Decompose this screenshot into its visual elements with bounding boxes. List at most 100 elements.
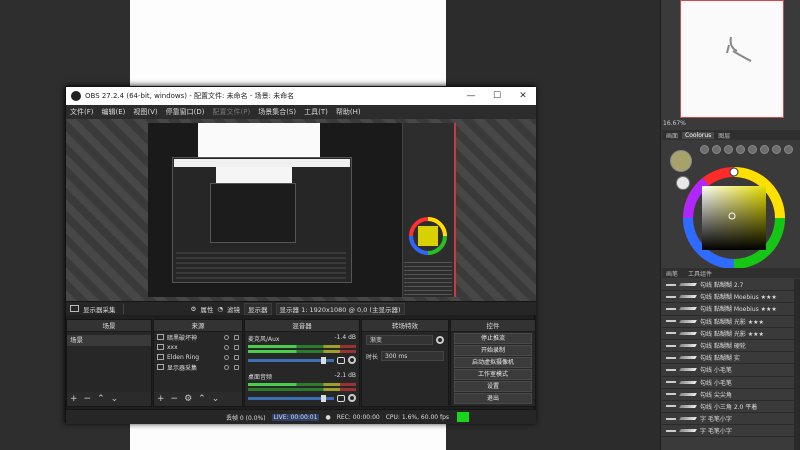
- scene-item[interactable]: 场景: [67, 335, 151, 346]
- start-virtual-camera-button[interactable]: 启动虚拟摄像机: [454, 357, 532, 368]
- tool-icon[interactable]: [784, 145, 793, 154]
- move-up-button[interactable]: ⌃: [198, 394, 206, 404]
- brush-item[interactable]: 字 毛笔小字: [662, 425, 800, 438]
- channel-name: 麦克风/Aux: [248, 336, 280, 343]
- brush-item[interactable]: 勾线 黏糊糊 硬轮: [662, 340, 800, 353]
- brush-item[interactable]: 勾线 小毛笔: [662, 377, 800, 389]
- volume-slider[interactable]: [248, 394, 334, 402]
- lock-icon[interactable]: [234, 354, 239, 360]
- menu-help[interactable]: 帮助(H): [336, 107, 361, 117]
- duration-input[interactable]: 300 ms: [381, 351, 444, 361]
- tool-icon[interactable]: [712, 145, 721, 154]
- transition-select[interactable]: 渐变: [366, 335, 433, 345]
- gear-icon[interactable]: [436, 336, 444, 344]
- brush-item[interactable]: 勾线 小三角 2.0 平着: [662, 401, 800, 414]
- lock-icon[interactable]: [234, 344, 239, 350]
- display-label: 显示器: [244, 302, 272, 315]
- gear-icon[interactable]: [348, 356, 356, 364]
- brush-list-scrollbar[interactable]: [794, 279, 800, 450]
- tool-icon[interactable]: [724, 145, 733, 154]
- volume-slider[interactable]: [248, 356, 334, 364]
- tool-icon[interactable]: [760, 145, 769, 154]
- rec-timer: REC: 00:00:00: [336, 413, 380, 421]
- tool-icon[interactable]: [700, 145, 709, 154]
- eye-icon[interactable]: [224, 354, 229, 360]
- source-label: 显示器采集: [167, 364, 198, 372]
- title-bar[interactable]: OBS 27.2.4 (64-bit, windows) - 配置文件: 未命名…: [66, 87, 536, 105]
- remove-scene-button[interactable]: −: [84, 394, 92, 404]
- display-select[interactable]: 显示器 1: 1920x1080 @ 0,0 (主显示器): [275, 302, 405, 315]
- menu-tools[interactable]: 工具(T): [304, 107, 328, 117]
- lock-icon[interactable]: [234, 334, 239, 340]
- brush-item[interactable]: 勾线 黏糊糊 光影 ★★★: [662, 328, 800, 340]
- studio-mode-button[interactable]: 工作室模式: [454, 369, 532, 380]
- menu-file[interactable]: 文件(F): [70, 107, 94, 117]
- tab-coolorus[interactable]: Coolorus: [682, 131, 715, 139]
- move-down-button[interactable]: ⌄: [111, 394, 119, 404]
- start-recording-button[interactable]: 开始录制: [454, 345, 532, 356]
- eye-icon[interactable]: [224, 344, 229, 350]
- properties-button[interactable]: 属性: [200, 304, 213, 314]
- filters-button[interactable]: 滤镜: [227, 304, 240, 314]
- menu-scene-collection[interactable]: 场景集合(S): [258, 107, 296, 117]
- source-item[interactable]: Elden Ring: [154, 352, 242, 362]
- brush-item[interactable]: 勾线 小毛笔: [662, 364, 800, 377]
- remove-source-button[interactable]: −: [171, 394, 179, 404]
- eye-icon[interactable]: [224, 364, 229, 370]
- menu-view[interactable]: 视图(V): [133, 107, 157, 117]
- mixer-title: 混音器: [245, 320, 359, 332]
- settings-button[interactable]: 设置: [454, 381, 532, 392]
- brush-stroke-icon: [679, 429, 697, 433]
- volume-slider-handle[interactable]: [321, 394, 326, 402]
- close-button[interactable]: ✕: [510, 87, 536, 105]
- channel-db: -1.4 dB: [334, 334, 356, 341]
- brush-item[interactable]: 字 毛笔小字: [662, 413, 800, 426]
- stop-streaming-button[interactable]: 停止推流: [454, 333, 532, 344]
- brush-item[interactable]: 勾线 黏糊糊 2.7: [662, 279, 800, 292]
- maximize-button[interactable]: ☐: [484, 87, 510, 105]
- eye-icon[interactable]: [224, 334, 229, 340]
- obs-logo-icon: [71, 91, 81, 101]
- brush-item[interactable]: 勾线 黏糊糊 Moebius ★★★: [662, 303, 800, 316]
- tab-layers[interactable]: 图层: [718, 131, 730, 140]
- menu-docks[interactable]: 停靠窗口(D): [166, 107, 205, 117]
- brush-item[interactable]: 勾线 黏糊糊 Moebius ★★★: [662, 291, 800, 304]
- tool-icon[interactable]: [748, 145, 757, 154]
- tool-icon[interactable]: [772, 145, 781, 154]
- brush-item[interactable]: 勾线 尖尖角: [662, 389, 800, 401]
- tool-icon[interactable]: [736, 145, 745, 154]
- add-scene-button[interactable]: +: [70, 394, 78, 404]
- speaker-icon[interactable]: [337, 394, 345, 402]
- brush-stroke-icon: [679, 331, 697, 335]
- color-wheel[interactable]: [676, 166, 792, 270]
- speaker-icon[interactable]: [337, 356, 345, 364]
- exit-button[interactable]: 退出: [454, 393, 532, 404]
- brush-label: 勾线 小毛笔: [700, 379, 732, 387]
- channel-db: -2.1 dB: [334, 372, 356, 379]
- brush-item[interactable]: 勾线 黏糊糊 实: [662, 352, 800, 365]
- tab-canvas[interactable]: 画面: [666, 131, 678, 140]
- brush-stroke-icon: [679, 392, 697, 396]
- brush-item[interactable]: 勾线 黏糊糊 光影 ★★★: [662, 316, 800, 328]
- preview-canvas[interactable]: [66, 119, 536, 301]
- transitions-dock: 转场特效 渐变 时长 300 ms: [361, 319, 449, 407]
- source-item[interactable]: 暗黑破坏神: [154, 332, 242, 342]
- tab-brush[interactable]: 画笔: [666, 269, 678, 278]
- minimize-button[interactable]: —: [458, 87, 484, 105]
- lock-icon[interactable]: [234, 364, 239, 370]
- tab-tool-components[interactable]: 工具组件: [688, 269, 712, 278]
- source-settings-icon[interactable]: ⚙: [184, 394, 192, 404]
- move-down-button[interactable]: ⌄: [212, 394, 220, 404]
- volume-slider-handle[interactable]: [321, 356, 326, 364]
- brush-list: 勾线 黏糊糊 2.7 勾线 黏糊糊 Moebius ★★★ 勾线 黏糊糊 Moe…: [662, 279, 800, 450]
- gear-icon[interactable]: [348, 394, 356, 402]
- move-up-button[interactable]: ⌃: [97, 394, 105, 404]
- add-source-button[interactable]: +: [157, 394, 165, 404]
- menu-profile[interactable]: 配置文件(P): [213, 107, 251, 117]
- monitor-icon: [157, 334, 164, 340]
- menu-edit[interactable]: 编辑(E): [102, 107, 126, 117]
- scenes-title: 场景: [67, 320, 151, 332]
- source-item[interactable]: 显示器采集: [154, 362, 242, 372]
- navigator-preview[interactable]: [680, 0, 784, 118]
- source-item[interactable]: xxx: [154, 342, 242, 352]
